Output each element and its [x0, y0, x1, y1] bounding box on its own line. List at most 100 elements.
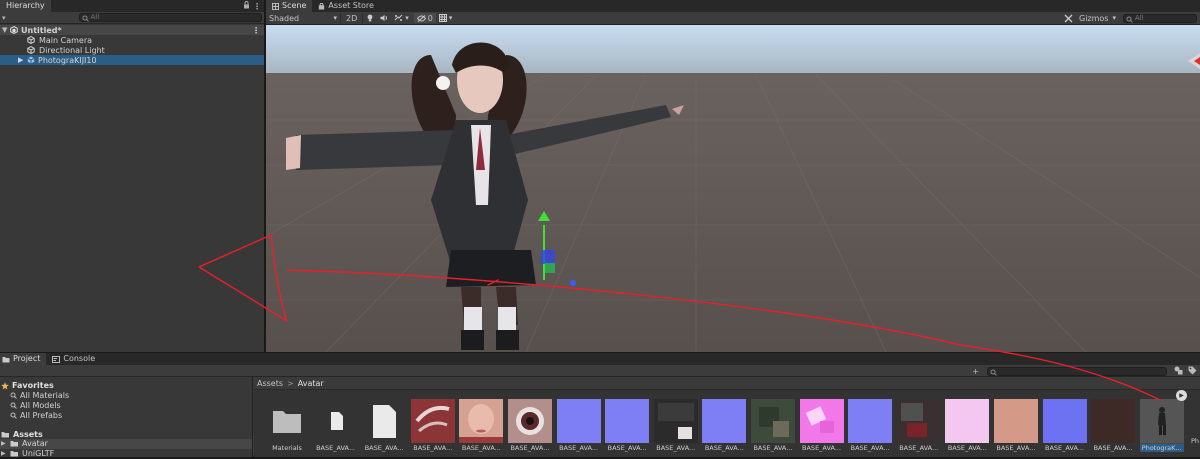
asset-item[interactable]: BASE_AVA...	[1091, 399, 1136, 452]
shading-mode-dropdown[interactable]: Shaded ▾	[266, 13, 340, 23]
hierarchy-item-directional-light[interactable]: Directional Light	[0, 45, 264, 55]
folder-item-avatar[interactable]: ▶ Avatar	[0, 438, 252, 449]
expand-arrow-icon[interactable]: ▶	[18, 56, 27, 64]
asset-item[interactable]: BASE_AVA...	[750, 399, 795, 452]
texture-thumbnail	[1091, 399, 1136, 443]
eye-slash-icon	[416, 14, 426, 22]
texture-thumbnail	[848, 399, 893, 443]
folder-item-unigltf[interactable]: ▶ UniGLTF	[0, 449, 252, 459]
file-icon	[362, 399, 406, 443]
search-icon	[10, 412, 17, 419]
asset-item[interactable]: BASE_AVA...	[459, 399, 504, 452]
asset-item[interactable]: BASE_AVA...	[1042, 399, 1087, 452]
effects-toggle[interactable]: ▾	[391, 13, 412, 23]
search-icon	[10, 402, 17, 409]
ground-plane	[266, 73, 1200, 352]
asset-item[interactable]: BASE_AVA...	[556, 399, 601, 452]
tools-toggle[interactable]	[1061, 13, 1076, 23]
tab-project[interactable]: Project	[0, 353, 47, 365]
texture-thumbnail	[799, 399, 844, 443]
asset-item[interactable]: BASE_AVA...	[410, 399, 455, 452]
asset-item[interactable]: BASE_AVA...	[993, 399, 1038, 452]
asset-item[interactable]: BASE_AVA...	[314, 399, 358, 452]
hidden-objects-toggle[interactable]: 0	[413, 13, 436, 23]
tab-console[interactable]: Console	[46, 353, 101, 365]
asset-item[interactable]: BASE_AVA...	[507, 399, 552, 452]
asset-label: BASE_AVA...	[996, 444, 1036, 452]
tab-asset-store[interactable]: Asset Store	[312, 0, 380, 12]
create-menu-icon[interactable]: +	[972, 367, 979, 376]
favorites-label: Favorites	[12, 381, 54, 391]
hierarchy-item-label: Directional Light	[39, 45, 105, 55]
gizmos-dropdown[interactable]: Gizmos ▾	[1076, 13, 1119, 23]
prefab-thumbnail	[1139, 399, 1184, 443]
asset-item[interactable]: Materials	[265, 399, 309, 452]
chevron-down-icon[interactable]: ▾	[2, 14, 6, 22]
scene-name: Untitled*	[21, 25, 62, 35]
breadcrumb-root[interactable]: Assets	[257, 379, 283, 388]
hierarchy-search-input[interactable]: All	[78, 13, 262, 22]
filter-by-type-icon[interactable]	[1174, 366, 1183, 375]
folder-icon	[2, 356, 10, 362]
lighting-toggle[interactable]	[363, 13, 377, 23]
breadcrumb-current[interactable]: Avatar	[298, 379, 324, 388]
texture-thumbnail	[556, 399, 601, 443]
file-icon	[314, 399, 358, 443]
scene-viewport[interactable]	[266, 25, 1200, 352]
favorites-header[interactable]: Favorites	[0, 381, 252, 391]
asset-label: BASE_AVA...	[607, 444, 647, 452]
tab-hierarchy[interactable]: Hierarchy	[0, 0, 51, 12]
texture-thumbnail	[653, 399, 698, 443]
prefab-cube-icon	[27, 56, 35, 64]
asset-item[interactable]: BASE_AVA...	[605, 399, 650, 452]
asset-item[interactable]: BASE_AVA...	[896, 399, 941, 452]
asset-label: BASE_AVA...	[1045, 444, 1084, 452]
hierarchy-item-photograkiji10[interactable]: ▶ PhotograKIJI10	[0, 55, 264, 65]
asset-item[interactable]: BASE_AVA...	[702, 399, 747, 452]
asset-item[interactable]: BASE_AVA...	[799, 399, 844, 452]
tab-scene-label: Scene	[282, 1, 307, 10]
more-options-icon[interactable]: ⋮	[253, 2, 261, 11]
expand-arrow-icon[interactable]: ▼	[0, 26, 9, 34]
texture-thumbnail	[605, 399, 650, 443]
label-tag-icon[interactable]	[1188, 366, 1197, 375]
asset-item[interactable]: BASE_AVA...	[653, 399, 698, 452]
scene-grid-icon	[272, 2, 279, 10]
favorite-item-all-prefabs[interactable]: All Prefabs	[0, 410, 252, 420]
favorite-item-all-models[interactable]: All Models	[0, 401, 252, 411]
project-search-input[interactable]	[987, 366, 1167, 376]
scene-render	[266, 25, 1200, 352]
cutoff-asset-label: Ph	[1191, 437, 1200, 445]
hierarchy-item-main-camera[interactable]: Main Camera	[0, 35, 264, 45]
expand-arrow-icon[interactable]: ▶	[1, 450, 7, 457]
scene-menu-icon[interactable]: ⋮	[252, 26, 260, 35]
texture-thumbnail	[896, 399, 941, 443]
scene-root-row[interactable]: ▼ Untitled* ⋮	[0, 25, 264, 35]
favorite-item-all-materials[interactable]: All Materials	[0, 391, 252, 401]
search-icon	[990, 369, 997, 376]
folder-open-icon	[1, 431, 9, 438]
lock-icon[interactable]	[243, 1, 250, 11]
asset-item[interactable]: BASE_AVA...	[945, 399, 990, 452]
project-folder-tree: Favorites All Materials All Models All P…	[0, 377, 253, 459]
prefab-expand-icon[interactable]: ▶	[1176, 390, 1187, 401]
tab-scene[interactable]: Scene	[266, 0, 313, 12]
scene-search-input[interactable]: All	[1123, 13, 1197, 23]
hierarchy-toolbar: ▾ All	[0, 12, 264, 24]
audio-toggle[interactable]	[377, 13, 391, 23]
assets-header[interactable]: Assets	[0, 429, 252, 439]
texture-thumbnail	[702, 399, 747, 443]
grid-toggle[interactable]: ▾	[436, 13, 456, 23]
asset-item[interactable]: BASE_AVA...	[362, 399, 406, 452]
asset-label: BASE_AVA...	[704, 444, 744, 452]
toggle-2d-button[interactable]: 2D	[340, 13, 364, 23]
shopping-bag-icon	[319, 2, 325, 9]
hierarchy-tab-strip: Hierarchy ⋮	[0, 0, 264, 12]
expand-arrow-icon[interactable]: ▶	[1, 440, 7, 447]
asset-item[interactable]: PhotograK...	[1139, 399, 1184, 452]
tab-asset-store-label: Asset Store	[328, 1, 374, 10]
texture-thumbnail	[750, 399, 795, 443]
asset-item[interactable]: BASE_AVA...	[848, 399, 893, 452]
texture-thumbnail	[507, 399, 552, 443]
breadcrumb-separator: >	[287, 378, 294, 388]
